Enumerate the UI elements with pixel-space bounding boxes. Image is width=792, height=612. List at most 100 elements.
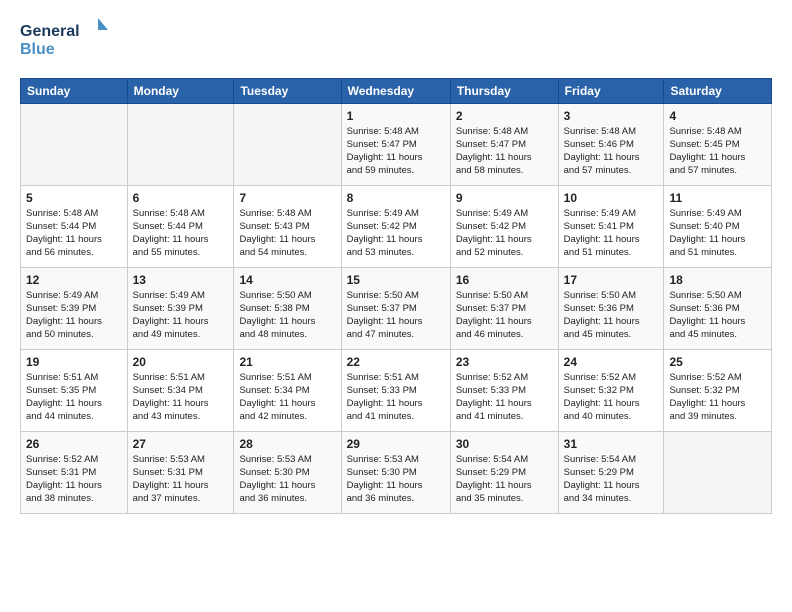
day-number: 1 [347, 108, 445, 124]
day-number: 29 [347, 436, 445, 452]
day-info: Sunrise: 5:48 AM Sunset: 5:45 PM Dayligh… [669, 126, 766, 177]
calendar-cell: 25 Sunrise: 5:52 AM Sunset: 5:32 PM Dayli… [664, 350, 772, 432]
calendar-cell: 7 Sunrise: 5:48 AM Sunset: 5:43 PM Daylig… [234, 186, 341, 268]
day-number: 27 [133, 436, 229, 452]
day-number: 16 [456, 272, 553, 288]
calendar-week-row: 19 Sunrise: 5:51 AM Sunset: 5:35 PM Dayli… [21, 350, 772, 432]
day-info: Sunrise: 5:50 AM Sunset: 5:37 PM Dayligh… [347, 290, 445, 341]
day-number: 14 [239, 272, 335, 288]
day-info: Sunrise: 5:51 AM Sunset: 5:35 PM Dayligh… [26, 372, 122, 423]
calendar-cell: 30Sunrise: 5:54 AM Sunset: 5:29 PM Dayli… [450, 432, 558, 514]
calendar-cell: 1 Sunrise: 5:48 AM Sunset: 5:47 PM Daylig… [341, 104, 450, 186]
calendar-cell [127, 104, 234, 186]
calendar-cell: 10Sunrise: 5:49 AM Sunset: 5:41 PM Dayli… [558, 186, 664, 268]
day-number: 23 [456, 354, 553, 370]
calendar-cell: 23 Sunrise: 5:52 AM Sunset: 5:33 PM Dayli… [450, 350, 558, 432]
calendar-cell: 26 Sunrise: 5:52 AM Sunset: 5:31 PM Dayli… [21, 432, 128, 514]
weekday-header-friday: Friday [558, 79, 664, 104]
calendar-cell: 2 Sunrise: 5:48 AM Sunset: 5:47 PM Daylig… [450, 104, 558, 186]
day-number: 25 [669, 354, 766, 370]
weekday-header-thursday: Thursday [450, 79, 558, 104]
day-info: Sunrise: 5:48 AM Sunset: 5:47 PM Dayligh… [347, 126, 445, 177]
day-info: Sunrise: 5:53 AM Sunset: 5:30 PM Dayligh… [239, 454, 335, 505]
weekday-header-row: SundayMondayTuesdayWednesdayThursdayFrid… [21, 79, 772, 104]
day-info: Sunrise: 5:50 AM Sunset: 5:38 PM Dayligh… [239, 290, 335, 341]
day-info: Sunrise: 5:52 AM Sunset: 5:31 PM Dayligh… [26, 454, 122, 505]
calendar-cell: 16Sunrise: 5:50 AM Sunset: 5:37 PM Dayli… [450, 268, 558, 350]
calendar-cell: 5 Sunrise: 5:48 AM Sunset: 5:44 PM Daylig… [21, 186, 128, 268]
calendar-cell: 28 Sunrise: 5:53 AM Sunset: 5:30 PM Dayli… [234, 432, 341, 514]
day-number: 13 [133, 272, 229, 288]
day-number: 7 [239, 190, 335, 206]
day-info: Sunrise: 5:48 AM Sunset: 5:47 PM Dayligh… [456, 126, 553, 177]
day-info: Sunrise: 5:48 AM Sunset: 5:43 PM Dayligh… [239, 208, 335, 259]
day-number: 9 [456, 190, 553, 206]
day-info: Sunrise: 5:49 AM Sunset: 5:42 PM Dayligh… [347, 208, 445, 259]
weekday-header-tuesday: Tuesday [234, 79, 341, 104]
day-info: Sunrise: 5:48 AM Sunset: 5:46 PM Dayligh… [564, 126, 659, 177]
day-number: 30 [456, 436, 553, 452]
calendar-cell: 14 Sunrise: 5:50 AM Sunset: 5:38 PM Dayli… [234, 268, 341, 350]
day-info: Sunrise: 5:52 AM Sunset: 5:32 PM Dayligh… [564, 372, 659, 423]
calendar-cell: 21Sunrise: 5:51 AM Sunset: 5:34 PM Dayli… [234, 350, 341, 432]
day-info: Sunrise: 5:50 AM Sunset: 5:36 PM Dayligh… [564, 290, 659, 341]
calendar-cell: 18Sunrise: 5:50 AM Sunset: 5:36 PM Dayli… [664, 268, 772, 350]
day-number: 26 [26, 436, 122, 452]
calendar-cell: 4Sunrise: 5:48 AM Sunset: 5:45 PM Daylig… [664, 104, 772, 186]
calendar-cell: 19 Sunrise: 5:51 AM Sunset: 5:35 PM Dayli… [21, 350, 128, 432]
day-number: 22 [347, 354, 445, 370]
day-number: 21 [239, 354, 335, 370]
day-info: Sunrise: 5:51 AM Sunset: 5:33 PM Dayligh… [347, 372, 445, 423]
day-info: Sunrise: 5:49 AM Sunset: 5:40 PM Dayligh… [669, 208, 766, 259]
day-info: Sunrise: 5:48 AM Sunset: 5:44 PM Dayligh… [26, 208, 122, 259]
calendar-week-row: 26 Sunrise: 5:52 AM Sunset: 5:31 PM Dayli… [21, 432, 772, 514]
day-number: 2 [456, 108, 553, 124]
day-number: 5 [26, 190, 122, 206]
day-info: Sunrise: 5:53 AM Sunset: 5:31 PM Dayligh… [133, 454, 229, 505]
day-number: 19 [26, 354, 122, 370]
weekday-header-saturday: Saturday [664, 79, 772, 104]
calendar-cell: 3 Sunrise: 5:48 AM Sunset: 5:46 PM Daylig… [558, 104, 664, 186]
day-info: Sunrise: 5:53 AM Sunset: 5:30 PM Dayligh… [347, 454, 445, 505]
day-number: 15 [347, 272, 445, 288]
calendar-week-row: 5 Sunrise: 5:48 AM Sunset: 5:44 PM Daylig… [21, 186, 772, 268]
day-number: 8 [347, 190, 445, 206]
header: General Blue [20, 16, 772, 66]
calendar-cell: 13Sunrise: 5:49 AM Sunset: 5:39 PM Dayli… [127, 268, 234, 350]
day-number: 12 [26, 272, 122, 288]
calendar-cell: 20 Sunrise: 5:51 AM Sunset: 5:34 PM Dayli… [127, 350, 234, 432]
calendar-cell: 11Sunrise: 5:49 AM Sunset: 5:40 PM Dayli… [664, 186, 772, 268]
day-number: 28 [239, 436, 335, 452]
day-number: 6 [133, 190, 229, 206]
calendar-cell: 22 Sunrise: 5:51 AM Sunset: 5:33 PM Dayli… [341, 350, 450, 432]
calendar-table: SundayMondayTuesdayWednesdayThursdayFrid… [20, 78, 772, 514]
svg-text:General: General [20, 23, 80, 40]
logo: General Blue [20, 16, 110, 66]
calendar-cell: 6 Sunrise: 5:48 AM Sunset: 5:44 PM Daylig… [127, 186, 234, 268]
logo-area: General Blue [20, 16, 110, 66]
svg-text:Blue: Blue [20, 41, 55, 58]
day-info: Sunrise: 5:49 AM Sunset: 5:39 PM Dayligh… [26, 290, 122, 341]
calendar-cell: 17 Sunrise: 5:50 AM Sunset: 5:36 PM Dayli… [558, 268, 664, 350]
day-info: Sunrise: 5:52 AM Sunset: 5:32 PM Dayligh… [669, 372, 766, 423]
day-info: Sunrise: 5:51 AM Sunset: 5:34 PM Dayligh… [133, 372, 229, 423]
day-number: 20 [133, 354, 229, 370]
calendar-week-row: 12 Sunrise: 5:49 AM Sunset: 5:39 PM Dayli… [21, 268, 772, 350]
day-info: Sunrise: 5:48 AM Sunset: 5:44 PM Dayligh… [133, 208, 229, 259]
weekday-header-sunday: Sunday [21, 79, 128, 104]
day-number: 24 [564, 354, 659, 370]
calendar-cell: 15 Sunrise: 5:50 AM Sunset: 5:37 PM Dayli… [341, 268, 450, 350]
day-info: Sunrise: 5:49 AM Sunset: 5:42 PM Dayligh… [456, 208, 553, 259]
day-number: 3 [564, 108, 659, 124]
calendar-cell: 12 Sunrise: 5:49 AM Sunset: 5:39 PM Dayli… [21, 268, 128, 350]
day-number: 17 [564, 272, 659, 288]
weekday-header-monday: Monday [127, 79, 234, 104]
day-number: 18 [669, 272, 766, 288]
calendar-cell: 27 Sunrise: 5:53 AM Sunset: 5:31 PM Dayli… [127, 432, 234, 514]
calendar-week-row: 1 Sunrise: 5:48 AM Sunset: 5:47 PM Daylig… [21, 104, 772, 186]
day-number: 31 [564, 436, 659, 452]
calendar-cell [21, 104, 128, 186]
day-info: Sunrise: 5:49 AM Sunset: 5:41 PM Dayligh… [564, 208, 659, 259]
day-info: Sunrise: 5:52 AM Sunset: 5:33 PM Dayligh… [456, 372, 553, 423]
page-container: General Blue SundayMondayTuesdayWednesda… [0, 0, 792, 524]
